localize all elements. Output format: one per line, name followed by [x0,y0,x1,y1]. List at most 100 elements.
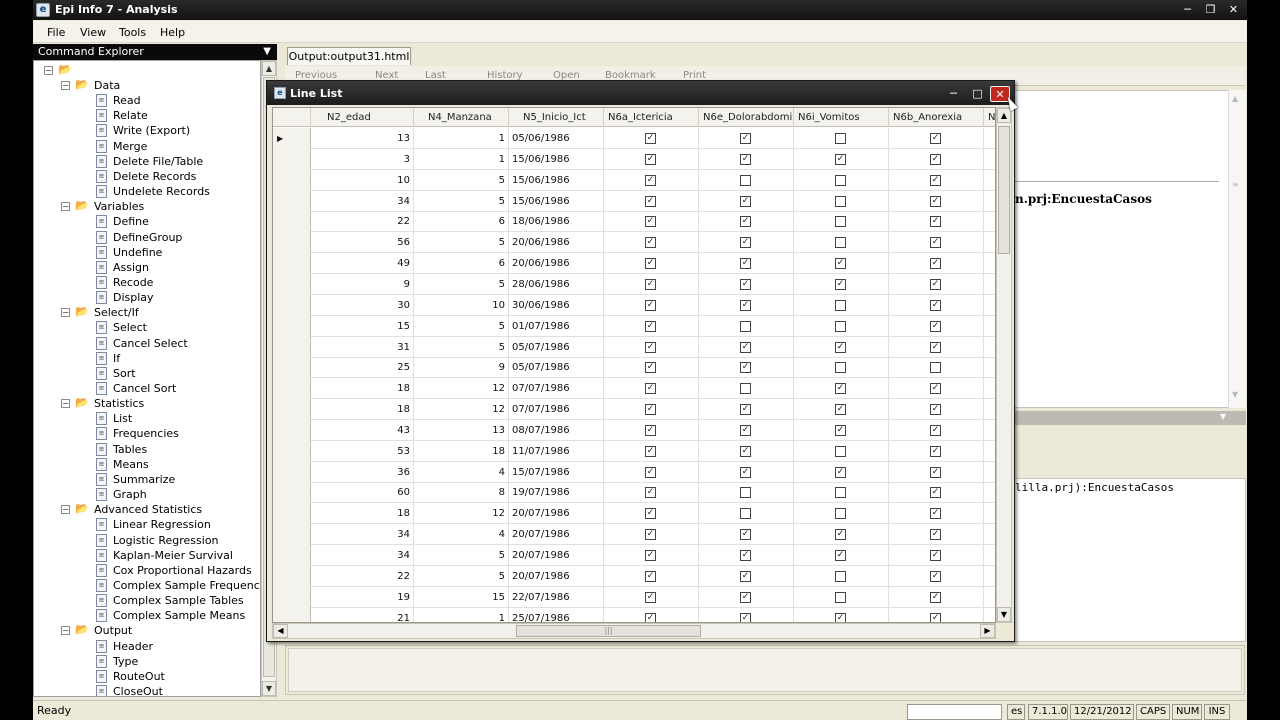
cell-edad[interactable]: 3 [311,148,414,170]
menu-file[interactable]: File [47,26,65,39]
tree-item[interactable]: ≡ Relate [34,108,254,123]
cell-manzana[interactable]: 1 [414,148,509,170]
table-row[interactable]: 9 5 28/06/1986 ✓ ✓ ✓ ✓ [273,273,995,295]
checkbox-dolor[interactable] [740,174,751,186]
program-editor[interactable]: lilla.prj):EncuestaCasos [1014,478,1246,642]
checkbox-anorexia[interactable]: ✓ [930,237,941,249]
table-row[interactable]: 34 4 20/07/1986 ✓ ✓ ✓ ✓ [273,524,995,546]
table-row[interactable]: 18 12 07/07/1986 ✓ ✓ ✓ [273,378,995,400]
cell-manzana[interactable]: 10 [414,294,509,316]
checkbox-anorexia[interactable]: ✓ [930,612,941,622]
table-row[interactable]: 31 5 05/07/1986 ✓ ✓ ✓ ✓ [273,336,995,358]
cell-edad[interactable]: 13 [311,128,414,149]
scroll-right-icon[interactable]: ▶ [980,624,995,638]
checkbox-dolor[interactable]: ✓ [740,133,751,144]
header-anorexia[interactable]: N6b_Anorexia [889,108,984,127]
checkbox-vomitos[interactable]: ✓ [835,466,846,478]
checkbox-icteria[interactable]: ✓ [645,508,656,520]
row-header[interactable] [273,419,311,441]
tree-item[interactable]: ≡ Delete File/Table [34,154,254,169]
cell-edad[interactable]: 18 [311,399,414,421]
checkbox-dolor[interactable]: ✓ [740,591,751,603]
cell-manzana[interactable]: 4 [414,461,509,483]
cell-manzana[interactable]: 6 [414,211,509,233]
cell-inicio[interactable]: 15/06/1986 [509,148,604,170]
checkbox-vomitos[interactable] [835,508,846,520]
tree-group[interactable]: − 📂 Select/If [34,305,254,320]
cell-inicio[interactable]: 15/06/1986 [509,169,604,191]
checkbox-vomitos[interactable] [835,362,846,374]
checkbox-icteria[interactable]: ✓ [645,174,656,186]
tree-item[interactable]: ≡ Read [34,93,254,108]
cell-inicio[interactable]: 20/07/1986 [509,524,604,546]
cell-edad[interactable]: 56 [311,232,414,254]
tree-item[interactable]: ≡ Merge [34,139,254,154]
checkbox-anorexia[interactable] [930,362,941,374]
checkbox-anorexia[interactable]: ✓ [930,466,941,478]
cell-edad[interactable]: 21 [311,607,414,622]
tree-item[interactable]: ≡ Tables [34,442,254,457]
checkbox-anorexia[interactable]: ✓ [930,195,941,207]
checkbox-icteria[interactable]: ✓ [645,341,656,353]
checkbox-anorexia[interactable]: ✓ [930,153,941,165]
checkbox-vomitos[interactable]: ✓ [835,404,846,416]
scroll-down-icon[interactable]: ▼ [997,607,1011,622]
cell-inicio[interactable]: 28/06/1986 [509,273,604,295]
checkbox-icteria[interactable]: ✓ [645,570,656,582]
cell-inicio[interactable]: 20/06/1986 [509,253,604,275]
checkbox-icteria[interactable]: ✓ [645,133,656,144]
checkbox-anorexia[interactable]: ✓ [930,424,941,436]
scroll-thumb[interactable]: ||| [516,625,701,637]
collapse-icon[interactable]: − [61,399,70,409]
row-header[interactable] [273,565,311,587]
cell-manzana[interactable]: 18 [414,440,509,462]
header-edad[interactable]: N2_edad [311,108,414,127]
cell-edad[interactable]: 18 [311,503,414,525]
tree-item[interactable]: ≡ Recode [34,275,254,290]
scroll-down-icon[interactable]: ▼ [262,681,276,696]
checkbox-dolor[interactable]: ✓ [740,299,751,311]
table-row[interactable]: ▶ 13 1 05/06/1986 ✓ ✓ ✓ [273,128,995,149]
checkbox-icteria[interactable]: ✓ [645,466,656,478]
checkbox-vomitos[interactable]: ✓ [835,550,846,561]
checkbox-icteria[interactable]: ✓ [645,195,656,207]
cell-inicio[interactable]: 05/06/1986 [509,128,604,149]
cell-edad[interactable]: 25 [311,357,414,379]
cell-edad[interactable]: 34 [311,545,414,566]
checkbox-icteria[interactable]: ✓ [645,383,656,395]
checkbox-anorexia[interactable]: ✓ [930,299,941,311]
header-n[interactable]: N [984,108,995,127]
checkbox-icteria[interactable]: ✓ [645,258,656,270]
checkbox-vomitos[interactable] [835,237,846,249]
grid-vertical-scrollbar[interactable]: ▲ ▼ [996,107,1012,623]
checkbox-icteria[interactable]: ✓ [645,529,656,541]
tree-item[interactable]: ≡ Linear Regression [34,517,254,532]
row-header[interactable] [273,315,311,337]
cell-manzana[interactable]: 5 [414,545,509,566]
row-header[interactable] [273,399,311,421]
cell-manzana[interactable]: 4 [414,524,509,546]
tree-root[interactable]: − 📂 [34,63,254,78]
dialog-title-bar[interactable]: e Line List ─ □ ✕ [267,81,1014,105]
checkbox-anorexia[interactable]: ✓ [930,174,941,186]
checkbox-dolor[interactable]: ✓ [740,153,751,165]
checkbox-anorexia[interactable]: ✓ [930,133,941,144]
table-row[interactable]: 22 6 18/06/1986 ✓ ✓ ✓ [273,211,995,233]
cell-manzana[interactable]: 5 [414,273,509,295]
row-header[interactable] [273,545,311,566]
row-header[interactable] [273,378,311,400]
table-row[interactable]: 49 6 20/06/1986 ✓ ✓ ✓ ✓ [273,253,995,275]
checkbox-vomitos[interactable] [835,320,846,332]
grid-horizontal-scrollbar[interactable]: ◀ ||| ▶ [272,623,996,639]
checkbox-dolor[interactable] [740,320,751,332]
tree-group[interactable]: − 📂 Output [34,623,254,638]
cell-edad[interactable]: 9 [311,273,414,295]
checkbox-anorexia[interactable]: ✓ [930,383,941,395]
tree-item[interactable]: ≡ DefineGroup [34,230,254,245]
tree-item[interactable]: ≡ Header [34,639,254,654]
checkbox-vomitos[interactable]: ✓ [835,529,846,541]
cell-inicio[interactable]: 05/07/1986 [509,357,604,379]
table-row[interactable]: 56 5 20/06/1986 ✓ ✓ ✓ [273,232,995,254]
cell-manzana[interactable]: 12 [414,503,509,525]
cell-manzana[interactable]: 5 [414,336,509,358]
